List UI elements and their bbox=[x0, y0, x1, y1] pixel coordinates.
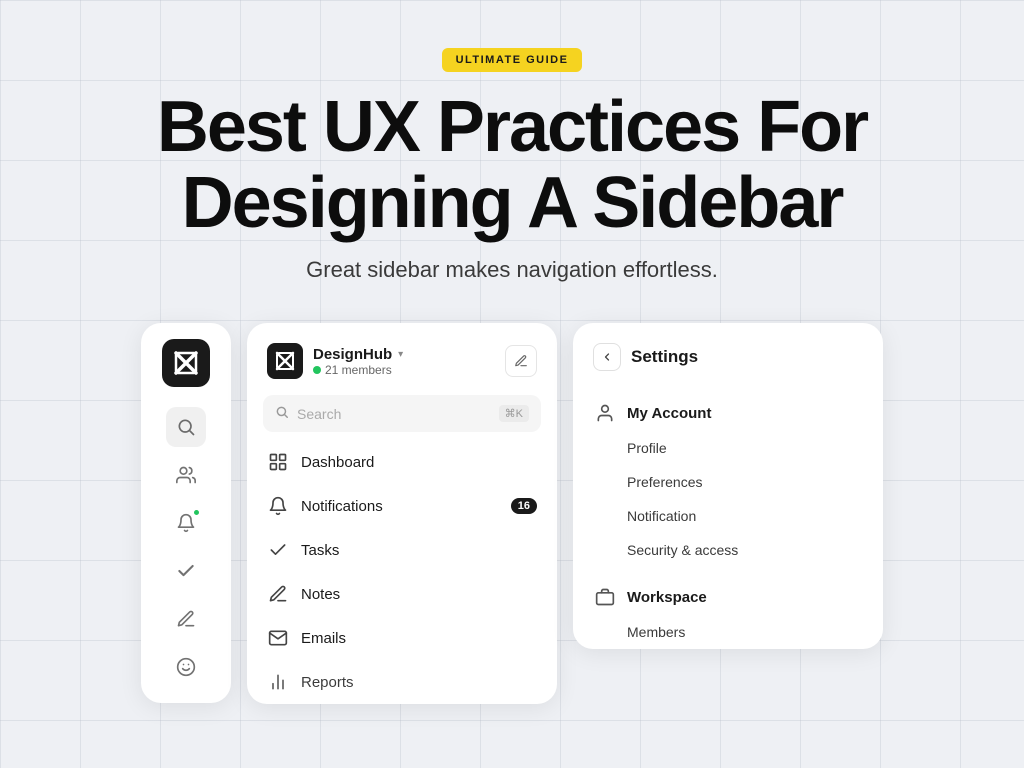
settings-members[interactable]: Members bbox=[573, 615, 883, 649]
settings-profile[interactable]: Profile bbox=[573, 431, 883, 465]
nav-item-dashboard[interactable]: Dashboard bbox=[247, 440, 557, 484]
settings-header: Settings bbox=[573, 343, 883, 391]
settings-security-access[interactable]: Security & access bbox=[573, 533, 883, 567]
sidebar-tasks-icon-item[interactable] bbox=[166, 551, 206, 591]
notifications-badge: 16 bbox=[511, 498, 537, 514]
search-icon bbox=[275, 405, 289, 422]
cards-row: DesignHub ▾ 21 members bbox=[0, 323, 1024, 704]
notifications-icon bbox=[267, 495, 289, 517]
sidebar-edit-button[interactable] bbox=[505, 345, 537, 377]
nav-label-dashboard: Dashboard bbox=[301, 454, 537, 471]
sidebar-notifications-icon-item[interactable] bbox=[166, 503, 206, 543]
settings-notification[interactable]: Notification bbox=[573, 499, 883, 533]
settings-title: Settings bbox=[631, 347, 698, 367]
sidebar-members: 21 members bbox=[313, 363, 403, 377]
sidebar-logo-area: DesignHub ▾ 21 members bbox=[267, 343, 403, 379]
ultimate-guide-badge: ULTIMATE GUIDE bbox=[442, 48, 583, 72]
search-keyboard-shortcut: ⌘K bbox=[499, 405, 529, 422]
settings-section-workspace: Workspace bbox=[573, 575, 883, 615]
workspace-icon bbox=[593, 585, 617, 609]
title-line1: Best UX Practices For bbox=[157, 87, 867, 167]
sidebar-emoji-icon-item[interactable] bbox=[166, 647, 206, 687]
subtitle: Great sidebar makes navigation effortles… bbox=[306, 257, 718, 283]
sidebar-users-icon-item[interactable] bbox=[166, 455, 206, 495]
nav-item-reports[interactable]: Reports bbox=[247, 660, 557, 704]
nav-label-reports: Reports bbox=[301, 674, 537, 691]
nav-label-notes: Notes bbox=[301, 586, 537, 603]
page-container: ULTIMATE GUIDE Best UX Practices For Des… bbox=[0, 0, 1024, 768]
icon-sidebar-card bbox=[141, 323, 231, 703]
nav-label-notifications: Notifications bbox=[301, 498, 499, 515]
sidebar-app-info: DesignHub ▾ 21 members bbox=[313, 346, 403, 377]
notes-icon bbox=[267, 583, 289, 605]
sidebar-header: DesignHub ▾ 21 members bbox=[247, 343, 557, 395]
nav-item-emails[interactable]: Emails bbox=[247, 616, 557, 660]
emails-icon bbox=[267, 627, 289, 649]
nav-label-emails: Emails bbox=[301, 630, 537, 647]
settings-sidebar-card: Settings My Account Profile Preferences … bbox=[573, 323, 883, 649]
search-placeholder-text: Search bbox=[297, 406, 491, 422]
notification-dot bbox=[193, 509, 200, 516]
settings-preferences[interactable]: Preferences bbox=[573, 465, 883, 499]
nav-item-notes[interactable]: Notes bbox=[247, 572, 557, 616]
title-line2: Designing A Sidebar bbox=[182, 163, 843, 243]
nav-item-notifications[interactable]: Notifications 16 bbox=[247, 484, 557, 528]
sidebar-search-icon-item[interactable] bbox=[166, 407, 206, 447]
sidebar-app-chevron: ▾ bbox=[398, 349, 403, 360]
sidebar-notes-icon-item[interactable] bbox=[166, 599, 206, 639]
settings-section-my-account: My Account bbox=[573, 391, 883, 431]
tasks-icon bbox=[267, 539, 289, 561]
settings-back-button[interactable] bbox=[593, 343, 621, 371]
my-account-icon bbox=[593, 401, 617, 425]
reports-icon bbox=[267, 671, 289, 693]
sidebar-search-bar[interactable]: Search ⌘K bbox=[263, 395, 541, 432]
nav-item-tasks[interactable]: Tasks bbox=[247, 528, 557, 572]
sidebar-logo-box bbox=[267, 343, 303, 379]
dashboard-icon bbox=[267, 451, 289, 473]
app-logo bbox=[162, 339, 210, 387]
member-online-dot bbox=[313, 366, 321, 374]
nav-label-tasks: Tasks bbox=[301, 542, 537, 559]
main-title: Best UX Practices For Designing A Sideba… bbox=[157, 90, 867, 241]
workspace-label: Workspace bbox=[627, 589, 707, 606]
sidebar-app-name: DesignHub bbox=[313, 346, 392, 363]
full-sidebar-card: DesignHub ▾ 21 members bbox=[247, 323, 557, 704]
my-account-label: My Account bbox=[627, 405, 711, 422]
